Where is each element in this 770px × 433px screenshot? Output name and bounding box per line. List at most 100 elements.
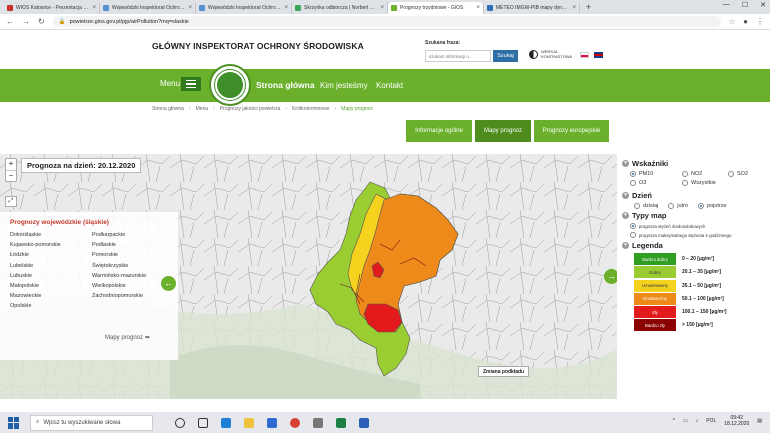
search-button[interactable]: Szukaj	[493, 50, 518, 62]
browser-tab[interactable]: METEO IMGW-PIB mapy dynam... ×	[484, 2, 580, 14]
radio-button[interactable]	[682, 180, 688, 186]
browser-tab[interactable]: Wojewódzki Inspektorat Ochron... ×	[196, 2, 292, 14]
profile-icon[interactable]: ●	[743, 17, 748, 26]
region-link[interactable]: Małopolskie	[10, 283, 92, 289]
breadcrumb-menu[interactable]: Menu	[196, 106, 209, 112]
menu-button[interactable]	[181, 77, 201, 91]
tab-forecast-maps[interactable]: Mapy prognoz	[475, 120, 531, 142]
radio-option[interactable]: Wszystkie	[682, 180, 728, 186]
word-icon[interactable]	[359, 417, 369, 428]
collapse-left-icon[interactable]: ←	[161, 276, 176, 291]
network-icon[interactable]: ▭	[683, 418, 688, 424]
region-link[interactable]: Podkarpackie	[92, 232, 174, 238]
region-link[interactable]: Dolnośląskie	[10, 232, 92, 238]
file-explorer-icon[interactable]	[244, 417, 254, 428]
cortana-icon[interactable]	[175, 417, 185, 428]
chrome-icon[interactable]	[290, 417, 300, 428]
region-link[interactable]: Świętokrzyskie	[92, 263, 174, 269]
tab-general-info[interactable]: Informacje ogólne	[406, 120, 472, 142]
browser-tab[interactable]: Wojewódzki Inspektorat Ochron... ×	[100, 2, 196, 14]
zoom-out-button[interactable]: −	[6, 170, 16, 181]
day-section-title[interactable]: ▾ Dzień	[622, 191, 765, 200]
radio-option[interactable]: prognoza stężeń średniodobowych	[630, 223, 765, 229]
region-link[interactable]: Pomorskie	[92, 252, 174, 258]
radio-option[interactable]: prognoza maksymalnego stężenia 1-godzinn…	[630, 232, 765, 238]
radio-option[interactable]: jutro	[668, 203, 688, 209]
radio-option[interactable]: dzisiaj	[634, 203, 658, 209]
breadcrumb-home[interactable]: Strona główna	[152, 106, 184, 112]
radio-option[interactable]: PM10	[630, 171, 682, 177]
close-tab-icon[interactable]: ×	[476, 5, 480, 11]
region-link[interactable]: Podlaskie	[92, 242, 174, 248]
tray-arrow-icon[interactable]: ^	[673, 418, 675, 424]
minimize-icon[interactable]: —	[723, 1, 730, 9]
clock[interactable]: 09:42 18.12.2020	[724, 415, 749, 427]
browser-tab[interactable]: WIOŚ Katowice - Prezentacja p... ×	[4, 2, 100, 14]
radio-button[interactable]	[682, 171, 688, 177]
browser-tab[interactable]: Prognozy trzydniowe - GIOŚ ×	[388, 2, 484, 14]
english-flag-icon[interactable]	[594, 52, 603, 58]
close-tab-icon[interactable]: ×	[188, 5, 192, 11]
notifications-icon[interactable]: ▤	[757, 418, 762, 424]
excel-icon[interactable]	[336, 417, 346, 428]
radio-option[interactable]: SO2	[728, 171, 768, 177]
close-window-icon[interactable]: ✕	[760, 1, 766, 9]
browser-tab[interactable]: Skrzynka odbiorcza | Norbert G... ×	[292, 2, 388, 14]
forecast-maps-link[interactable]: Mapy prognoz ➡	[105, 334, 150, 341]
bookmark-star-icon[interactable]: ☆	[729, 18, 735, 26]
task-view-icon[interactable]	[198, 417, 208, 428]
tab-european-forecasts[interactable]: Prognozy europejskie	[534, 120, 609, 142]
maximize-icon[interactable]: ☐	[742, 1, 748, 9]
radio-button[interactable]	[630, 171, 636, 177]
legend-section-title[interactable]: ▾ Legenda	[622, 241, 765, 250]
region-link[interactable]: Łódzkie	[10, 252, 92, 258]
back-icon[interactable]: ←	[6, 17, 14, 26]
gios-logo[interactable]	[209, 64, 251, 106]
region-link[interactable]: Lubuskie	[10, 273, 92, 279]
fullscreen-icon[interactable]: ⤢	[5, 196, 17, 207]
nav-contact-link[interactable]: Kontakt	[376, 81, 403, 90]
radio-button[interactable]	[728, 171, 734, 177]
radio-option[interactable]: O3	[630, 180, 682, 186]
windows-start-icon[interactable]	[8, 416, 20, 429]
radio-button[interactable]	[630, 223, 636, 229]
breadcrumb-forecasts[interactable]: Prognozy jakości powietrza	[220, 106, 281, 112]
browser-menu-icon[interactable]: ⋮	[756, 17, 764, 26]
volume-icon[interactable]: ♪	[696, 418, 699, 424]
store-icon[interactable]	[267, 417, 277, 428]
region-link[interactable]: Opolskie	[10, 303, 92, 309]
nav-about-link[interactable]: Kim jesteśmy	[320, 81, 368, 90]
close-tab-icon[interactable]: ×	[92, 5, 96, 11]
close-tab-icon[interactable]: ×	[572, 5, 576, 11]
region-link[interactable]: Lubelskie	[10, 263, 92, 269]
polish-flag-icon[interactable]	[580, 52, 589, 58]
close-tab-icon[interactable]: ×	[380, 5, 384, 11]
change-basemap-button[interactable]: Zmiana podkładu	[478, 366, 530, 377]
edge-icon[interactable]	[221, 417, 231, 428]
zoom-in-button[interactable]: +	[6, 159, 16, 170]
url-field[interactable]: 🔒 powietrze.gios.gov.pl/pjp/airPollution…	[52, 16, 721, 27]
radio-option[interactable]: pojutrze	[698, 203, 727, 209]
nav-home-link[interactable]: Strona główna	[256, 80, 315, 90]
radio-button[interactable]	[668, 203, 675, 209]
radio-button[interactable]	[630, 180, 636, 186]
radio-button[interactable]	[630, 232, 636, 238]
indicators-section-title[interactable]: ▾ Wskaźniki	[622, 159, 765, 168]
region-link[interactable]: Zachodniopomorskie	[92, 293, 174, 299]
language-indicator[interactable]: POL	[706, 418, 716, 424]
radio-button[interactable]	[634, 203, 640, 209]
search-input[interactable]	[425, 50, 491, 62]
region-link[interactable]: Mazowieckie	[10, 293, 92, 299]
reload-icon[interactable]: ↻	[38, 17, 45, 26]
contrast-toggle[interactable]: WERSJA KONTRASTOWA	[529, 49, 572, 59]
close-tab-icon[interactable]: ×	[284, 5, 288, 11]
new-tab-button[interactable]: +	[586, 2, 591, 14]
breadcrumb-short-term[interactable]: Krótkoterminowe	[292, 106, 330, 112]
taskbar-search[interactable]: ⌕ Wpisz tu wyszukiwane słowa	[30, 414, 153, 431]
radio-button[interactable]	[698, 203, 704, 209]
forward-icon[interactable]: →	[22, 17, 30, 26]
map-types-section-title[interactable]: ▾ Typy map	[622, 211, 765, 220]
app-icon[interactable]	[313, 417, 323, 428]
radio-option[interactable]: NO2	[682, 171, 728, 177]
region-link[interactable]: Kujawsko-pomorskie	[10, 242, 92, 248]
